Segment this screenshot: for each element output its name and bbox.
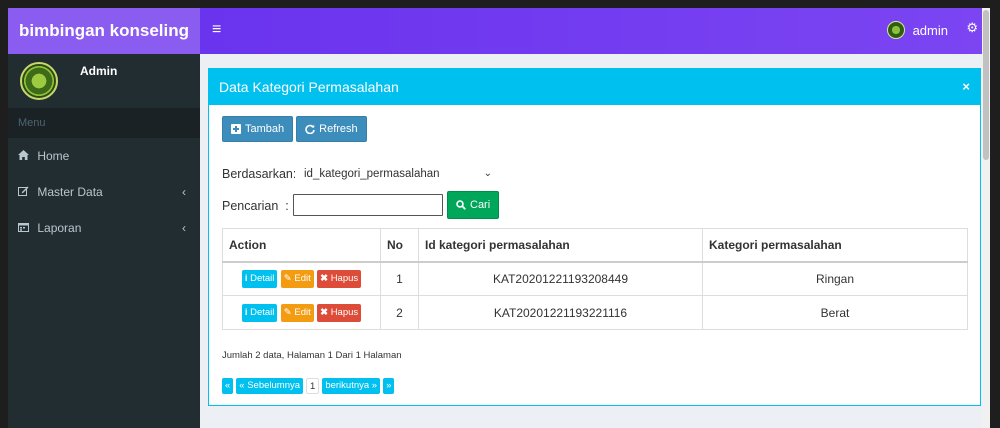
filter-select-value: id_kategori_permasalahan <box>304 168 440 180</box>
chevron-down-icon: ⌄ <box>483 168 492 179</box>
delete-button[interactable]: ✖ Hapus <box>317 269 362 288</box>
close-icon: ✖ <box>320 306 329 318</box>
scrollbar-thumb[interactable] <box>983 10 989 160</box>
next-page-button[interactable]: berikutnya » <box>322 378 381 394</box>
add-button-label: Tambah <box>245 123 285 135</box>
detail-label: Detail <box>250 272 275 284</box>
cell-no: 1 <box>380 261 419 296</box>
refresh-button-label: Refresh <box>319 123 358 135</box>
sidebar-item-master-data[interactable]: Master Data ‹ <box>8 174 200 210</box>
sidebar-toggle-icon[interactable]: ≡ <box>212 22 221 38</box>
scrollbar[interactable] <box>982 8 990 428</box>
sidebar-avatar <box>20 62 58 100</box>
filter-label: Berdasarkan: <box>222 167 297 181</box>
edit-icon: ✎ <box>283 306 292 318</box>
plus-square-icon <box>231 124 241 134</box>
pagination-info: Jumlah 2 data, Halaman 1 Dari 1 Halaman <box>222 350 402 361</box>
delete-label: Hapus <box>330 272 359 284</box>
data-box: Data Kategori Permasalahan × Tambah Refr… <box>208 68 981 406</box>
col-header-id: Id kategori permasalahan <box>418 228 703 263</box>
detail-label: Detail <box>250 306 275 318</box>
gears-icon[interactable]: ⚙ <box>966 20 978 36</box>
sidebar-item-laporan[interactable]: Laporan ‹ <box>8 210 200 246</box>
search-icon <box>456 200 466 210</box>
box-header: Data Kategori Permasalahan × <box>209 69 980 105</box>
edit-icon: ✎ <box>283 272 292 284</box>
sidebar-user-panel: Admin <box>8 54 200 108</box>
calendar-icon <box>18 211 34 247</box>
sidebar: Admin Menu Home Master Data ‹ Laporan ‹ <box>8 54 200 428</box>
edit-label: Edit <box>294 306 311 318</box>
app-logo[interactable]: bimbingan konseling <box>8 8 200 54</box>
sidebar-item-home[interactable]: Home <box>8 138 200 174</box>
menu-header: Menu <box>8 108 200 138</box>
sidebar-item-label: Master Data <box>37 185 103 199</box>
detail-button[interactable]: i Detail <box>241 269 278 288</box>
col-header-action: Action <box>222 228 381 263</box>
table-row: i Detail ✎ Edit ✖ Hapus 1 KAT20201221193… <box>222 261 968 296</box>
search-button[interactable]: Cari <box>447 191 500 219</box>
user-avatar <box>886 21 905 39</box>
table-header-row: Action No Id kategori permasalahan Kateg… <box>222 228 968 263</box>
cell-kategori: Berat <box>702 295 968 330</box>
box-title: Data Kategori Permasalahan <box>219 79 399 95</box>
search-button-label: Cari <box>470 199 491 211</box>
row-actions: i Detail ✎ Edit ✖ Hapus <box>222 295 381 330</box>
sidebar-item-label: Laporan <box>37 221 82 235</box>
close-icon: ✖ <box>320 272 329 284</box>
user-name: admin <box>912 22 948 38</box>
home-icon <box>18 139 34 175</box>
detail-button[interactable]: i Detail <box>241 303 278 322</box>
edit-icon <box>18 175 34 211</box>
top-navbar: ≡ admin ⚙ <box>200 8 990 54</box>
close-icon[interactable]: × <box>962 69 970 105</box>
first-page-button[interactable]: « <box>222 378 234 394</box>
app-frame: bimbingan konseling ≡ admin ⚙ Admin Menu… <box>8 8 990 428</box>
delete-button[interactable]: ✖ Hapus <box>317 303 362 322</box>
info-icon: i <box>244 306 248 318</box>
cell-no: 2 <box>380 295 419 330</box>
sidebar-item-label: Home <box>37 149 70 163</box>
cell-kategori: Ringan <box>702 261 968 296</box>
cell-id: KAT20201221193208449 <box>418 261 703 296</box>
edit-button[interactable]: ✎ Edit <box>280 269 314 288</box>
edit-label: Edit <box>294 272 311 284</box>
add-button[interactable]: Tambah <box>222 116 294 142</box>
col-header-no: No <box>380 228 419 263</box>
toolbar: Tambah Refresh <box>222 116 367 142</box>
delete-label: Hapus <box>330 306 359 318</box>
data-table: Action No Id kategori permasalahan Kateg… <box>222 228 968 330</box>
filter-select[interactable]: id_kategori_permasalahan ⌄ <box>295 161 499 187</box>
edit-button[interactable]: ✎ Edit <box>280 303 314 322</box>
user-menu[interactable]: admin <box>886 21 948 39</box>
pagination: « « Sebelumnya 1 berikutnya » » <box>222 378 395 394</box>
refresh-button[interactable]: Refresh <box>296 116 367 142</box>
table-row: i Detail ✎ Edit ✖ Hapus 2 KAT20201221193… <box>222 295 968 330</box>
prev-page-button[interactable]: « Sebelumnya <box>236 378 304 394</box>
info-icon: i <box>244 272 248 284</box>
row-actions: i Detail ✎ Edit ✖ Hapus <box>222 261 381 296</box>
col-header-kategori: Kategori permasalahan <box>702 228 968 263</box>
chevron-left-icon: ‹ <box>182 221 186 235</box>
refresh-icon <box>305 124 315 134</box>
chevron-left-icon: ‹ <box>182 185 186 199</box>
current-page[interactable]: 1 <box>306 378 320 394</box>
search-input[interactable] <box>293 194 443 216</box>
search-label: Pencarian : <box>222 199 289 213</box>
sidebar-user-name: Admin <box>80 64 118 78</box>
last-page-button[interactable]: » <box>383 378 395 394</box>
cell-id: KAT20201221193221116 <box>418 295 703 330</box>
